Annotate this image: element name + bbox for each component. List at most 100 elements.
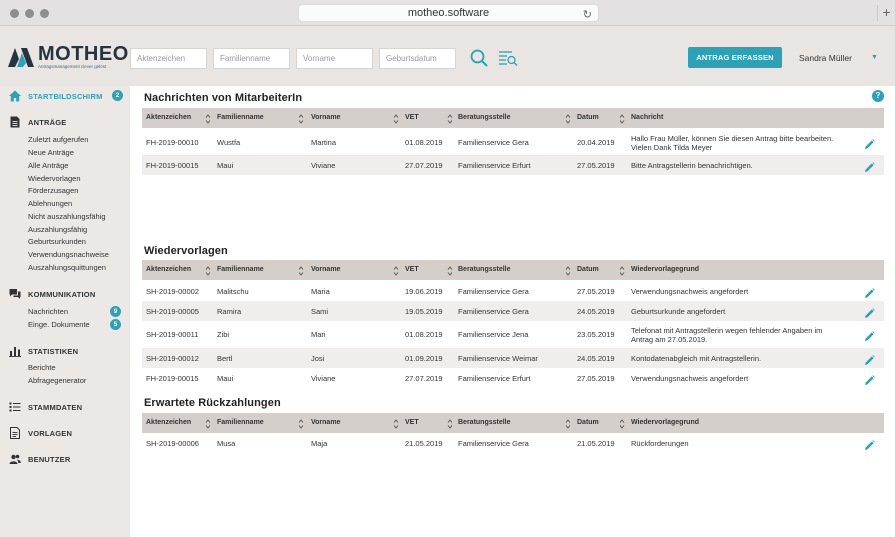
user-name[interactable]: Sandra Müller	[799, 53, 852, 63]
chevron-down-icon[interactable]: ▼	[871, 54, 878, 61]
sort-icon[interactable]	[565, 112, 571, 124]
column-header-familienname[interactable]: Familienname	[217, 260, 264, 280]
reload-icon[interactable]: ↻	[583, 7, 592, 24]
sidebar-subitem-neue-antraege[interactable]: Neue Anträge	[28, 148, 74, 157]
table-row[interactable]: SH-2019-00011 Zibi Mari 01.08.2019 Familiens…	[142, 321, 884, 348]
table-row[interactable]: FH-2019-00015 Maui Viviane 27.07.2019 Famili…	[142, 155, 884, 175]
table-row[interactable]: SH-2019-00012 Bertl Josi 01.09.2019 Familien…	[142, 348, 884, 368]
sort-icon[interactable]	[298, 264, 304, 276]
search-icon[interactable]	[469, 48, 489, 68]
column-header-aktenzeichen[interactable]: Aktenzeichen	[146, 260, 191, 280]
sidebar-subitem-geburtsurkunden[interactable]: Geburtsurkunden	[28, 237, 86, 246]
table-row[interactable]: SH-2019-00002 Malitschu Maria 19.06.2019 Fam…	[142, 281, 884, 301]
column-header-vorname[interactable]: Vorname	[311, 413, 340, 433]
sidebar-subitem-auszahlungsquittungen[interactable]: Auszahlungsquittungen	[28, 263, 106, 272]
sidebar-item-stammdaten[interactable]: STAMMDATEN	[9, 401, 82, 413]
column-header-vet[interactable]: VET	[405, 413, 419, 433]
column-header-vorname[interactable]: Vorname	[311, 108, 340, 128]
sort-icon[interactable]	[619, 112, 625, 124]
column-header-aktenzeichen[interactable]: Aktenzeichen	[146, 413, 191, 433]
column-header-familienname[interactable]: Familienname	[217, 108, 264, 128]
sort-icon[interactable]	[393, 264, 399, 276]
table-row[interactable]: FH-2019-00015 Maui Viviane 27.07.2019 Famili…	[142, 368, 884, 388]
address-bar[interactable]: motheo.software ↻	[298, 4, 599, 22]
help-icon[interactable]: ?	[872, 90, 884, 102]
column-header-vet[interactable]: VET	[405, 260, 419, 280]
sidebar-subitem-eingegangene-dokumente[interactable]: Einge. Dokumente	[28, 320, 90, 329]
familienname-input[interactable]	[213, 48, 290, 69]
pencil-icon[interactable]	[864, 353, 875, 365]
cell-datum: 23.05.2019	[577, 330, 615, 339]
sort-icon[interactable]	[447, 417, 453, 429]
column-header-vet[interactable]: VET	[405, 108, 419, 128]
column-header-datum[interactable]: Datum	[577, 108, 599, 128]
pencil-icon[interactable]	[864, 438, 875, 450]
column-header-nachricht[interactable]: Wiedervorlagegrund	[631, 413, 699, 433]
column-header-vorname[interactable]: Vorname	[311, 260, 340, 280]
sort-icon[interactable]	[205, 417, 211, 429]
sidebar-subitem-wiedervorlagen[interactable]: Wiedervorlagen	[28, 174, 81, 183]
table-row[interactable]: SH-2019-00006 Musa Maja 21.05.2019 Familiens…	[142, 433, 884, 454]
sidebar-item-kommunikation[interactable]: KOMMUNIKATION	[9, 288, 95, 300]
vorname-input[interactable]	[296, 48, 373, 69]
sidebar-subitem-abfragegenerator[interactable]: Abfragegenerator	[28, 376, 86, 385]
cell-beratungsstelle: Familienservice Gera	[458, 439, 529, 448]
pencil-icon[interactable]	[864, 286, 875, 298]
sidebar-subitem-nachrichten[interactable]: Nachrichten	[28, 307, 68, 316]
pencil-icon[interactable]	[864, 306, 875, 318]
sort-icon[interactable]	[298, 112, 304, 124]
column-header-beratungsstelle[interactable]: Beratungsstelle	[458, 108, 511, 128]
antrag-erfassen-button[interactable]: ANTRAG ERFASSEN	[688, 47, 782, 68]
table-row[interactable]: FH-2019-00010 Wustfa Martina 01.08.2019 Fami…	[142, 129, 884, 155]
sidebar-item-antraege[interactable]: ANTRÄGE	[9, 116, 66, 128]
geburtsdatum-input[interactable]	[379, 48, 456, 69]
sort-icon[interactable]	[205, 112, 211, 124]
sort-icon[interactable]	[619, 264, 625, 276]
logo[interactable]: MOTHEO Antragsmanagement clever gelöst	[8, 43, 128, 73]
nachrichten-table-header: Aktenzeichen Familienname Vorname VET Beratu…	[142, 108, 884, 128]
cell-message: Bitte Antragstellerin benachrichtigen.	[631, 161, 753, 170]
sort-icon[interactable]	[298, 417, 304, 429]
sort-icon[interactable]	[393, 417, 399, 429]
sidebar-subitem-foerderzusagen[interactable]: Förderzusagen	[28, 186, 78, 195]
sidebar-item-statistiken[interactable]: STATISTIKEN	[9, 345, 78, 357]
column-header-aktenzeichen[interactable]: Aktenzeichen	[146, 108, 191, 128]
sort-icon[interactable]	[205, 264, 211, 276]
cell-message-line2: Vielen Dank Tilda Meyer	[631, 143, 713, 152]
sort-icon[interactable]	[447, 112, 453, 124]
column-header-datum[interactable]: Datum	[577, 413, 599, 433]
column-header-familienname[interactable]: Familienname	[217, 413, 264, 433]
column-header-nachricht[interactable]: Nachricht	[631, 108, 663, 128]
sidebar-subitem-nicht-auszahlungsfaehig[interactable]: Nicht auszahlungsfähig	[28, 212, 106, 221]
new-tab-button[interactable]: +	[877, 5, 895, 21]
pencil-icon[interactable]	[864, 160, 875, 172]
close-window-button[interactable]	[10, 9, 19, 18]
sort-icon[interactable]	[447, 264, 453, 276]
sidebar-subitem-alle-antraege[interactable]: Alle Anträge	[28, 161, 68, 170]
sidebar-item-vorlagen[interactable]: VORLAGEN	[9, 427, 72, 439]
sidebar-subitem-auszahlungsfaehig[interactable]: Auszahlungsfähig	[28, 225, 87, 234]
column-header-beratungsstelle[interactable]: Beratungsstelle	[458, 260, 511, 280]
sort-icon[interactable]	[393, 112, 399, 124]
table-row[interactable]: SH-2019-00005 Ramira Sami 19.05.2019 Familie…	[142, 301, 884, 321]
zoom-window-button[interactable]	[40, 9, 49, 18]
pencil-icon[interactable]	[864, 373, 875, 385]
sidebar-subitem-zuletzt-aufgerufen[interactable]: Zuletzt aufgerufen	[28, 135, 88, 144]
sort-icon[interactable]	[619, 417, 625, 429]
filter-list-icon[interactable]	[498, 48, 518, 68]
sort-icon[interactable]	[565, 417, 571, 429]
aktenzeichen-input[interactable]	[130, 48, 207, 69]
pencil-icon[interactable]	[864, 329, 875, 341]
column-header-nachricht[interactable]: Wiedervorlagegrund	[631, 260, 699, 280]
sidebar-item-startbildschirm[interactable]: STARTBILDSCHIRM	[9, 90, 103, 102]
sidebar-subitem-berichte[interactable]: Berichte	[28, 363, 56, 372]
cell-vet: 21.05.2019	[405, 439, 443, 448]
pencil-icon[interactable]	[864, 137, 875, 149]
column-header-datum[interactable]: Datum	[577, 260, 599, 280]
minimize-window-button[interactable]	[25, 9, 34, 18]
sidebar-item-benutzer[interactable]: BENUTZER	[9, 453, 70, 465]
sidebar-subitem-ablehnungen[interactable]: Ablehnungen	[28, 199, 72, 208]
sort-icon[interactable]	[565, 264, 571, 276]
sidebar-subitem-verwendungsnachweise[interactable]: Verwendungsnachweise	[28, 250, 109, 259]
column-header-beratungsstelle[interactable]: Beratungsstelle	[458, 413, 511, 433]
